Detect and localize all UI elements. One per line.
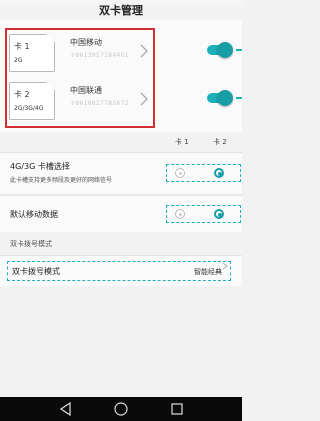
sim-carrier: 中国移动 — [70, 38, 102, 47]
column-card-1: 卡 1 — [175, 138, 189, 146]
page-title: 双卡管理 — [99, 4, 143, 17]
slot-card-1-radio[interactable] — [175, 168, 185, 178]
dial-mode-value: 智能经典 — [194, 268, 222, 276]
data-card-1-radio[interactable] — [175, 209, 185, 219]
sim-number: +8618627785672 — [70, 100, 129, 107]
column-card-2: 卡 2 — [213, 138, 227, 146]
slot-select-title: 4G/3G 卡槽选择 — [10, 162, 70, 171]
chevron-right-icon[interactable] — [222, 262, 228, 270]
column-headers: 卡 1 卡 2 — [0, 134, 242, 152]
sim-network-type: 2G — [14, 57, 23, 64]
sim-2-toggle[interactable] — [203, 90, 233, 106]
slot-select-row: 4G/3G 卡槽选择 此卡槽支持更多频段及更好的网络信号 — [0, 152, 242, 193]
dial-section-header: 双卡拨号模式 — [10, 240, 52, 248]
sim-number: +8613957184401 — [70, 52, 129, 59]
sim-slot-label: 卡 2 — [14, 90, 30, 99]
recent-apps-icon[interactable] — [169, 401, 185, 417]
data-card-2-radio[interactable] — [214, 209, 224, 219]
slot-select-radio-group — [166, 164, 241, 182]
sim-slot-label: 卡 1 — [14, 42, 30, 51]
navigation-bar — [0, 397, 242, 421]
sim-card-icon: 卡 1 2G — [9, 34, 55, 72]
sim-row-2[interactable]: 卡 2 2G/3G/4G 中国联通 +8618627785672 — [0, 78, 242, 124]
empty-content-area — [0, 286, 242, 397]
annotation-marker — [236, 97, 242, 99]
dial-mode-label: 双卡拨号模式 — [12, 267, 60, 276]
dial-mode-box[interactable]: 双卡拨号模式 智能经典 — [7, 261, 231, 281]
dial-mode-row[interactable]: 双卡拨号模式 智能经典 — [0, 255, 242, 287]
sim-1-toggle[interactable] — [203, 42, 233, 58]
home-icon[interactable] — [113, 401, 129, 417]
default-data-row: 默认移动数据 — [0, 195, 242, 232]
slot-card-2-radio[interactable] — [214, 168, 224, 178]
sim-card-section: 卡 1 2G 中国移动 +8613957184401 卡 2 2G/3G/4G … — [0, 20, 242, 132]
sim-card-icon: 卡 2 2G/3G/4G — [9, 82, 55, 120]
chevron-right-icon[interactable] — [138, 91, 150, 107]
default-data-title: 默认移动数据 — [10, 210, 58, 219]
annotation-marker — [236, 49, 242, 51]
back-icon[interactable] — [58, 401, 74, 417]
chevron-right-icon[interactable] — [138, 43, 150, 59]
sim-network-type: 2G/3G/4G — [14, 105, 44, 112]
sim-row-1[interactable]: 卡 1 2G 中国移动 +8613957184401 — [0, 30, 242, 76]
sim-carrier: 中国联通 — [70, 86, 102, 95]
slot-select-subtitle: 此卡槽支持更多频段及更好的网络信号 — [10, 177, 113, 184]
default-data-radio-group — [166, 205, 241, 223]
